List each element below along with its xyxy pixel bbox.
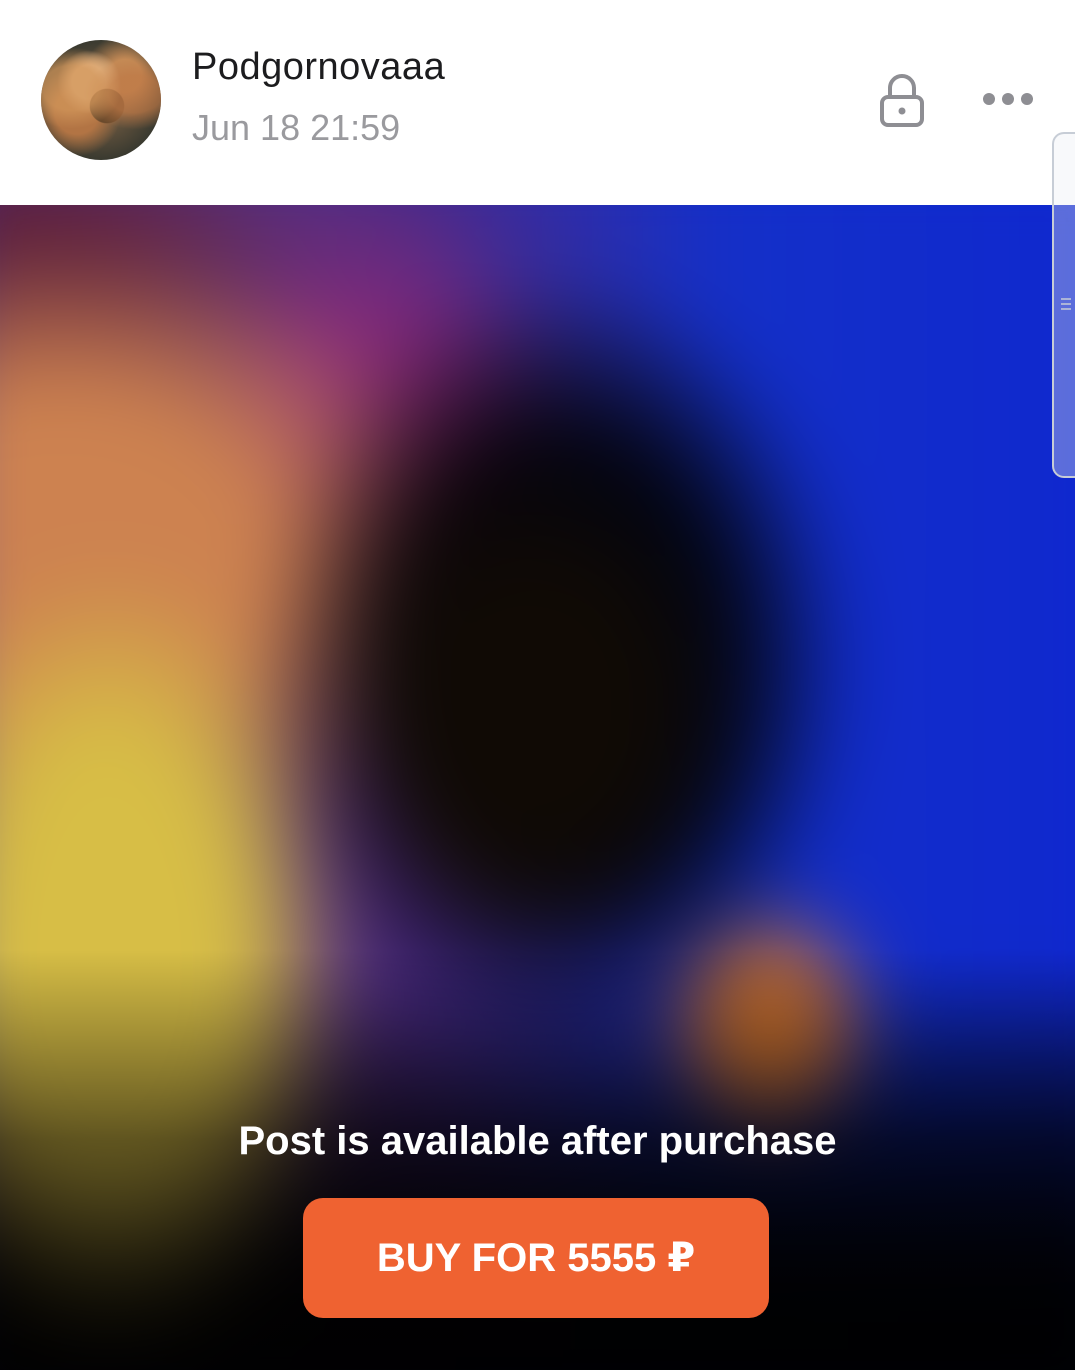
author-name[interactable]: Podgornovaaa xyxy=(192,46,445,89)
author-avatar[interactable] xyxy=(41,40,161,160)
post-header: Podgornovaaa Jun 18 21:59 xyxy=(0,0,1075,205)
post-card: Podgornovaaa Jun 18 21:59 Post is availa… xyxy=(0,0,1075,1370)
buy-button[interactable]: BUY FOR 5555 ₽ xyxy=(303,1198,769,1318)
blurred-post-media: Post is available after purchase BUY FOR… xyxy=(0,205,1075,1370)
grip-icon xyxy=(1061,298,1071,310)
avatar-photo xyxy=(41,40,161,160)
more-options-icon[interactable] xyxy=(980,86,1036,112)
side-scroll-handle[interactable] xyxy=(1052,132,1075,478)
post-timestamp: Jun 18 21:59 xyxy=(192,107,401,148)
paywall-message: Post is available after purchase xyxy=(238,1119,837,1163)
lock-icon xyxy=(880,74,924,127)
